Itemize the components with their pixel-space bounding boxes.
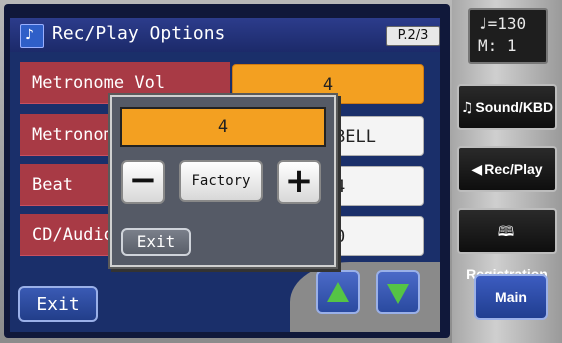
scroll-down-button[interactable] [376,270,420,314]
increment-button[interactable]: + [277,160,321,204]
rec-play-label: Rec/Play [484,161,543,177]
tempo-readout: ♩=130 [478,14,527,33]
arrow-up-icon [327,282,349,302]
music-note-icon: ♫ [460,100,474,116]
decrement-button[interactable]: − [121,160,165,204]
window-title: Rec/Play Options [52,23,226,44]
main-button[interactable]: Main [474,274,548,320]
page-indicator[interactable]: P.2/3 [386,26,440,46]
factory-button[interactable]: Factory [179,160,263,202]
exit-button[interactable]: Exit [18,286,98,322]
speaker-icon: ◀ [471,162,483,178]
measure-readout: M: 1 [478,36,517,55]
popup-value-display: 4 [120,107,326,147]
sound-kbd-button[interactable]: ♫ Sound/KBD [457,84,557,130]
popup-exit-button[interactable]: Exit [121,228,191,256]
registration-button[interactable]: 🕮Registration [457,208,557,282]
scroll-up-button[interactable] [316,270,360,314]
tempo-display: ♩=130 M: 1 [468,8,548,64]
book-icon: 🕮 [497,224,515,240]
rec-play-button[interactable]: ◀ Rec/Play [457,146,557,192]
title-bar: ♪ Rec/Play Options P.2/3 [10,18,440,54]
music-note-icon: ♪ [20,24,44,48]
arrow-down-icon [387,284,409,304]
sound-kbd-label: Sound/KBD [475,99,554,115]
